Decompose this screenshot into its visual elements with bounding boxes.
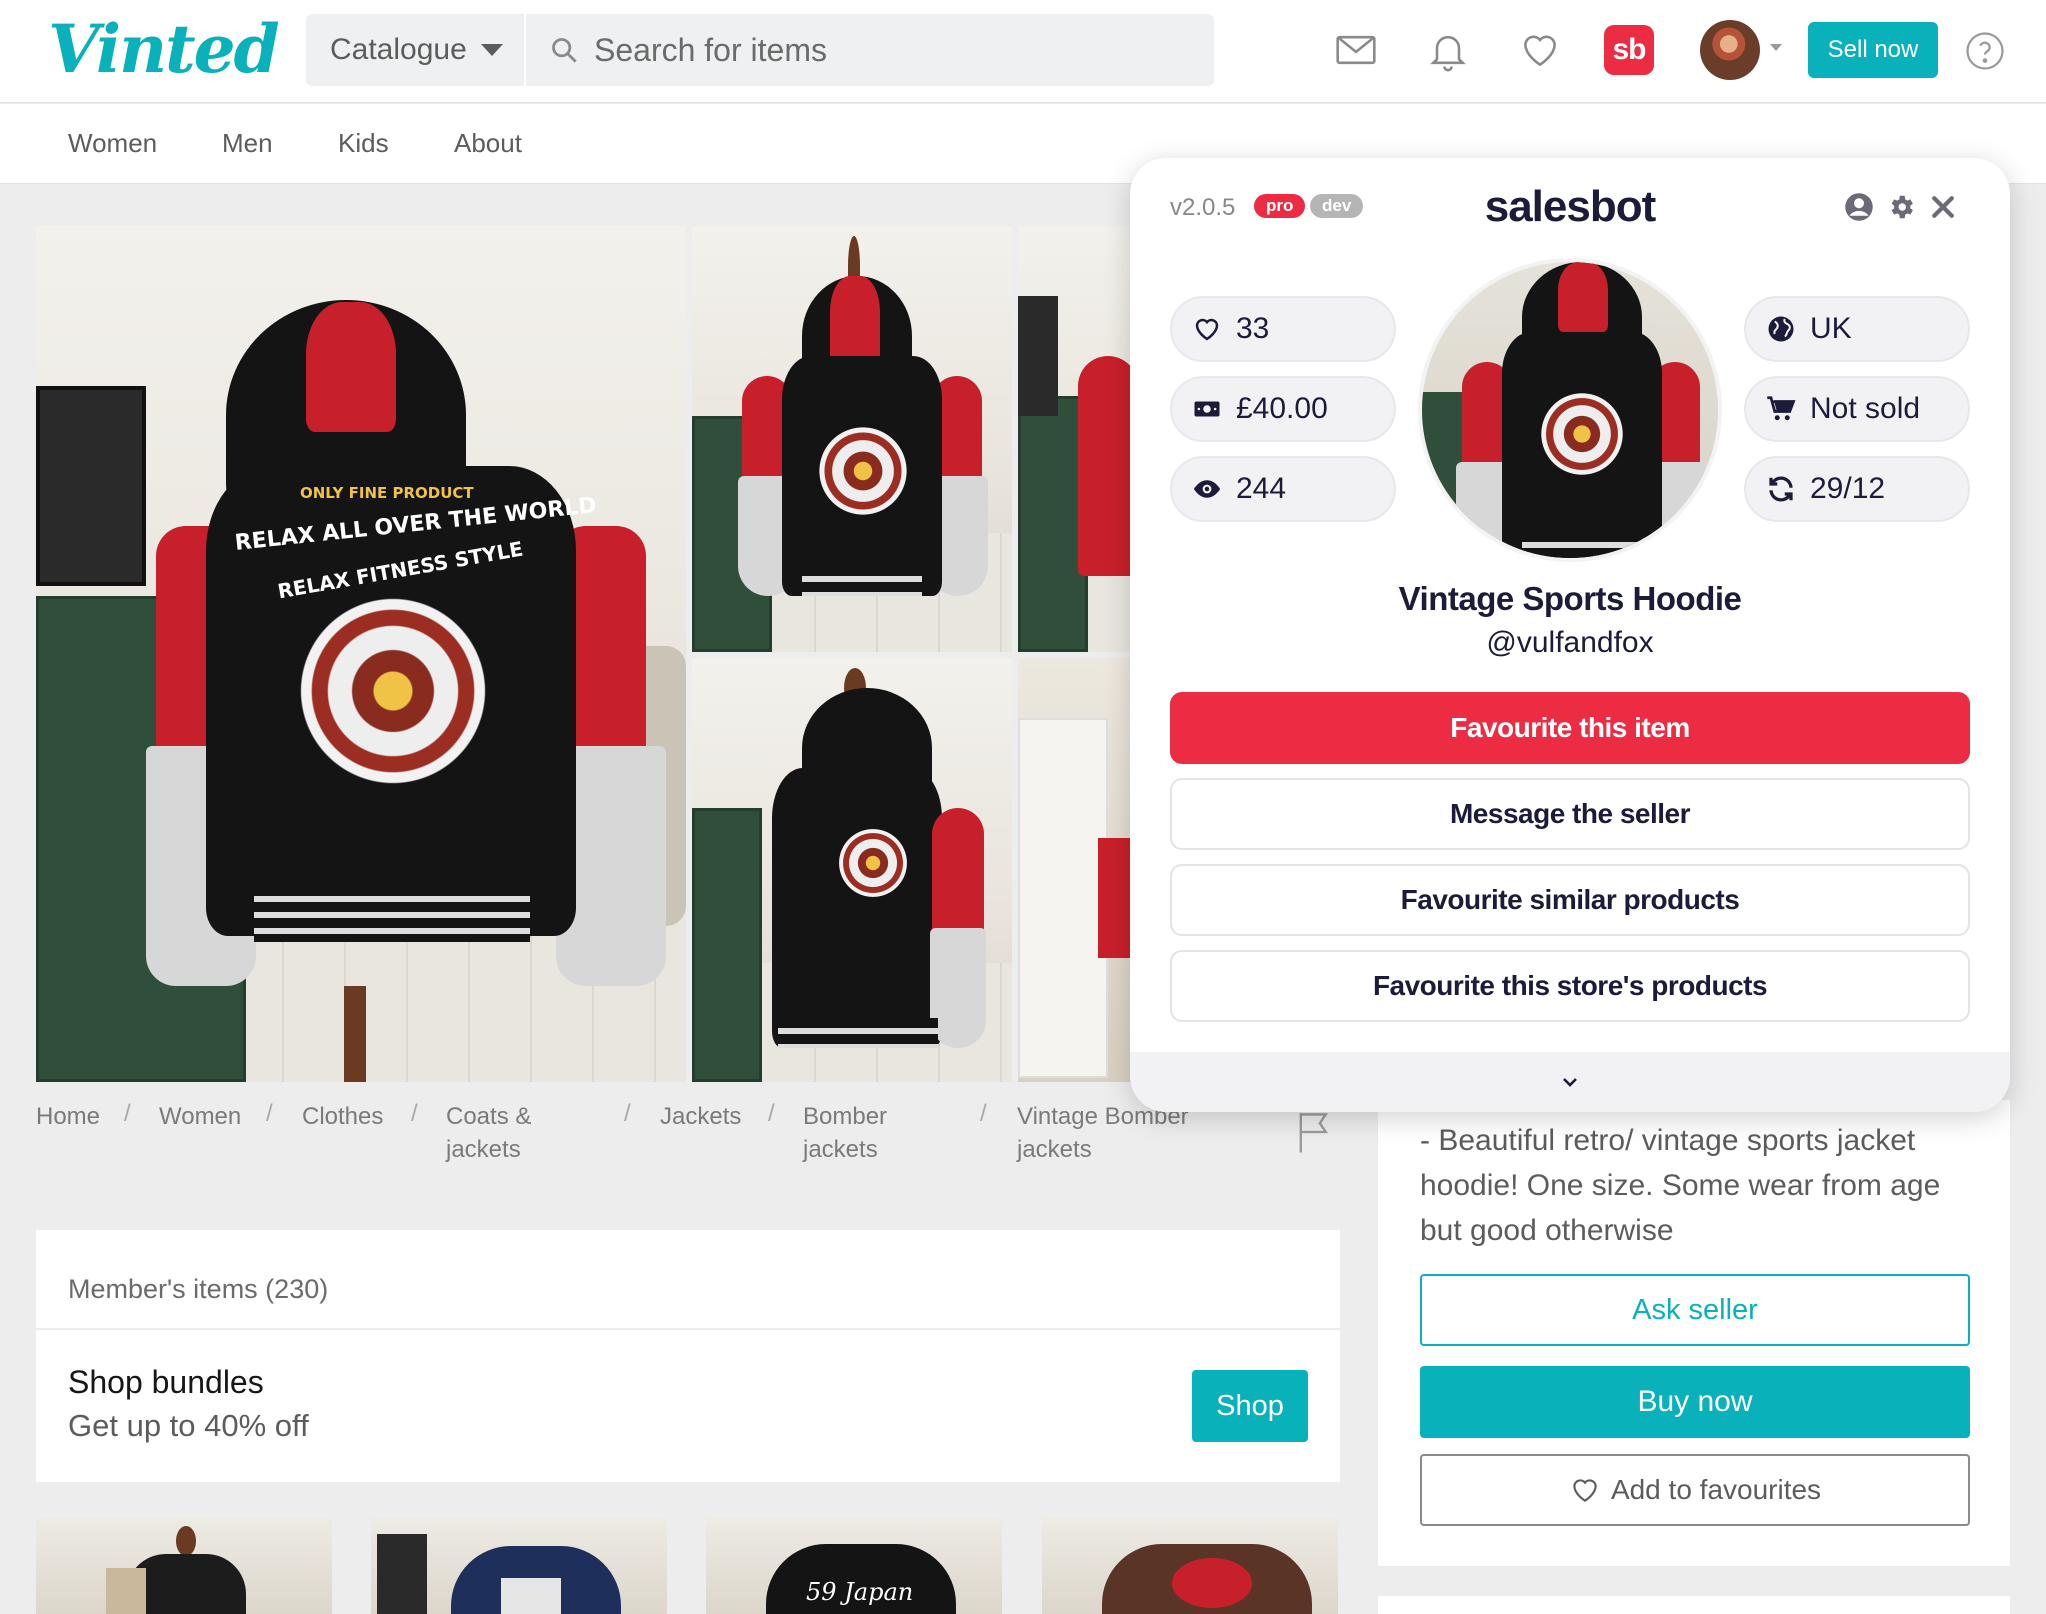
divider xyxy=(36,1328,1340,1330)
sell-now-button[interactable]: Sell now xyxy=(1808,22,1938,78)
breadcrumb-item[interactable]: Bomber jackets xyxy=(803,1100,887,1166)
thumb-photo-2[interactable] xyxy=(1018,226,1131,652)
thumb-photo-1[interactable] xyxy=(692,226,1012,652)
top-header: Vinted Catalogue sb Sell now xyxy=(0,0,2046,103)
bundles-title: Shop bundles xyxy=(68,1364,264,1400)
item-description: - Beautiful retro/ vintage sports jacket… xyxy=(1420,1124,1941,1247)
refresh-icon xyxy=(1769,476,1793,502)
help-icon[interactable] xyxy=(1964,30,2006,72)
favourite-item-button[interactable]: Favourite this item xyxy=(1170,692,1970,764)
close-icon[interactable] xyxy=(1928,192,1958,222)
member-item-thumb[interactable] xyxy=(1042,1518,1338,1614)
avatar[interactable] xyxy=(1700,20,1760,80)
breadcrumb-item[interactable]: Clothes xyxy=(302,1100,383,1133)
buy-now-button[interactable]: Buy now xyxy=(1420,1366,1970,1438)
date-stat: 29/12 xyxy=(1744,456,1970,522)
nav-women[interactable]: Women xyxy=(68,128,157,159)
thumb-photo-4[interactable] xyxy=(1018,658,1131,1082)
print-text-top: ONLY FINE PRODUCT xyxy=(300,484,474,502)
member-item-thumb[interactable]: 59 Japan xyxy=(706,1518,1002,1614)
breadcrumb-item[interactable]: Home xyxy=(36,1100,100,1133)
product-thumbnail xyxy=(1418,258,1722,562)
breadcrumb-item[interactable]: Coats & jackets xyxy=(446,1100,531,1166)
likes-value: 33 xyxy=(1236,312,1270,345)
add-to-favourites-button[interactable]: Add to favourites xyxy=(1420,1454,1970,1526)
search-field xyxy=(526,31,1214,69)
search-icon xyxy=(552,38,577,63)
user-icon[interactable] xyxy=(1844,192,1874,222)
breadcrumb-separator: / xyxy=(266,1100,273,1127)
heart-icon xyxy=(1195,318,1219,341)
cart-icon xyxy=(1767,396,1796,421)
country-stat: UK xyxy=(1744,296,1970,362)
favourite-similar-button[interactable]: Favourite similar products xyxy=(1170,864,1970,936)
globe-icon xyxy=(1768,316,1794,342)
breadcrumb-separator: / xyxy=(624,1100,631,1127)
salesbot-panel: v2.0.5 pro dev salesbot 33 £40.00 244 UK… xyxy=(1130,158,2010,1112)
price-stat: £40.00 xyxy=(1170,376,1396,442)
members-items-title[interactable]: Member's items (230) xyxy=(68,1274,328,1305)
shop-button[interactable]: Shop xyxy=(1192,1370,1308,1442)
bell-icon[interactable] xyxy=(1426,28,1470,72)
breadcrumb-separator: / xyxy=(768,1100,775,1127)
vinted-logo[interactable]: Vinted xyxy=(48,10,280,88)
photo-gallery: ONLY FINE PRODUCT RELAX ALL OVER THE WOR… xyxy=(36,226,1131,1082)
seller-card xyxy=(1378,1596,2010,1614)
breadcrumb-separator: / xyxy=(124,1100,131,1127)
search-bar: Catalogue xyxy=(306,14,1214,86)
message-seller-button[interactable]: Message the seller xyxy=(1170,778,1970,850)
mail-icon[interactable] xyxy=(1334,28,1378,72)
thumb-print-text: 59 Japan xyxy=(806,1578,914,1606)
member-item-thumb[interactable] xyxy=(371,1518,667,1614)
bundles-subtitle: Get up to 40% off xyxy=(68,1408,309,1443)
likes-stat: 33 xyxy=(1170,296,1396,362)
ask-seller-button[interactable]: Ask seller xyxy=(1420,1274,1970,1346)
member-item-thumb[interactable] xyxy=(36,1518,332,1614)
eye-icon xyxy=(1193,480,1221,498)
nav-about[interactable]: About xyxy=(454,128,522,159)
expand-footer[interactable] xyxy=(1130,1052,2010,1112)
nav-men[interactable]: Men xyxy=(222,128,273,159)
search-input[interactable] xyxy=(594,31,1154,69)
money-icon xyxy=(1194,401,1220,417)
caret-down-icon[interactable] xyxy=(1770,44,1782,51)
chevron-down-icon[interactable] xyxy=(1558,1070,1582,1094)
salesbot-logo: salesbot xyxy=(1484,182,1657,231)
members-items-card: Member's items (230) Shop bundles Get up… xyxy=(36,1230,1340,1482)
salesbot-icon[interactable]: sb xyxy=(1604,25,1654,75)
views-stat: 244 xyxy=(1170,456,1396,522)
date-value: 29/12 xyxy=(1810,472,1886,505)
favourite-store-button[interactable]: Favourite this store's products xyxy=(1170,950,1970,1022)
product-title: Vintage Sports Hoodie xyxy=(1398,580,1742,617)
country-value: UK xyxy=(1810,312,1852,345)
status-stat: Not sold xyxy=(1744,376,1970,442)
caret-down-icon xyxy=(480,44,503,56)
breadcrumb-separator: / xyxy=(980,1100,987,1127)
status-value: Not sold xyxy=(1810,392,1921,425)
catalogue-label: Catalogue xyxy=(330,33,467,66)
item-details-card: - Beautiful retro/ vintage sports jacket… xyxy=(1378,1100,2010,1566)
catalogue-dropdown[interactable]: Catalogue xyxy=(306,14,526,86)
seller-handle[interactable]: @vulfandfox xyxy=(1130,626,2010,660)
flag-icon[interactable] xyxy=(1296,1110,1332,1154)
add-to-favourites-label: Add to favourites xyxy=(1610,1474,1822,1505)
gear-icon[interactable] xyxy=(1886,192,1916,222)
nav-kids[interactable]: Kids xyxy=(338,128,389,159)
breadcrumb-item[interactable]: Women xyxy=(159,1100,241,1133)
breadcrumb-separator: / xyxy=(411,1100,418,1127)
views-value: 244 xyxy=(1236,472,1287,505)
heart-icon[interactable] xyxy=(1518,28,1562,72)
main-photo[interactable]: ONLY FINE PRODUCT RELAX ALL OVER THE WOR… xyxy=(36,226,686,1082)
price-value: £40.00 xyxy=(1236,392,1328,425)
heart-icon xyxy=(1573,1479,1597,1502)
breadcrumb-item[interactable]: Jackets xyxy=(660,1100,741,1133)
thumb-photo-3[interactable] xyxy=(692,658,1012,1082)
